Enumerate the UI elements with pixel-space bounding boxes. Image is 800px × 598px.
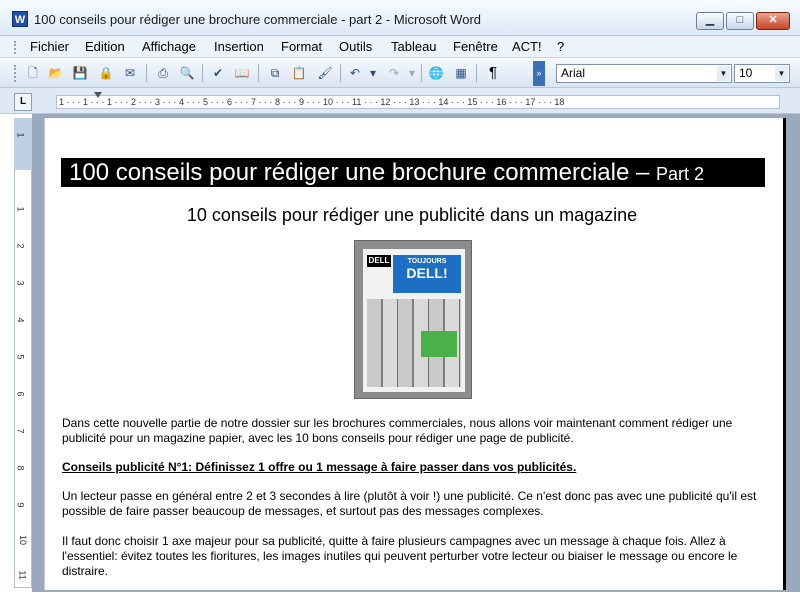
paragraph-tip-heading: Conseils publicité N°1: Définissez 1 off… [62, 460, 577, 474]
ad-page: DELL TOUJOURS DELL! [363, 249, 465, 392]
vertical-ruler-label: 4 [15, 317, 26, 323]
maximize-button[interactable]: □ [726, 12, 754, 30]
undo-dropdown-icon[interactable]: ▾ [364, 64, 382, 82]
title-bar: W 100 conseils pour rédiger une brochure… [0, 0, 800, 36]
close-button[interactable]: ✕ [756, 12, 790, 30]
research-icon[interactable]: 📖 [233, 64, 251, 82]
vertical-ruler-label: 3 [15, 280, 26, 286]
menu-format[interactable]: Format [281, 39, 322, 54]
magazine-ad-image[interactable]: DELL TOUJOURS DELL! [354, 240, 472, 399]
dell-logo: DELL [367, 255, 391, 267]
heading-part-label: Part 2 [655, 164, 705, 184]
vertical-ruler-margin [14, 118, 32, 170]
menu-grip-handle[interactable] [14, 41, 17, 54]
font-size-value: 10 [739, 66, 753, 80]
toolbar-separator [146, 64, 147, 82]
menu-affichage[interactable]: Affichage [142, 39, 196, 54]
menu-help[interactable]: ? [557, 39, 564, 54]
vertical-ruler-label: 9 [15, 502, 26, 508]
font-name-select[interactable]: Arial ▼ [556, 64, 732, 83]
chevron-down-icon[interactable]: ▼ [717, 66, 730, 81]
menu-tableau[interactable]: Tableau [391, 39, 437, 54]
chevron-down-icon[interactable]: ▼ [775, 66, 788, 81]
menu-edition[interactable]: Edition [85, 39, 125, 54]
vertical-ruler-label: 5 [15, 354, 26, 360]
vertical-ruler-label: 7 [15, 428, 26, 434]
new-document-icon[interactable]: 🗋 [24, 64, 42, 82]
toolbar-options-chevron-icon[interactable]: » [533, 61, 545, 86]
vertical-ruler-label: 11 [17, 570, 28, 580]
ad-banner: TOUJOURS DELL! [393, 255, 461, 293]
menu-fenetre[interactable]: Fenêtre [453, 39, 498, 54]
page-title: 100 conseils pour rédiger une brochure c… [61, 158, 765, 187]
toolbar-separator [476, 64, 477, 82]
redo-dropdown-icon[interactable]: ▾ [403, 64, 421, 82]
toolbar-separator [202, 64, 203, 82]
font-size-select[interactable]: 10 ▼ [734, 64, 790, 83]
vertical-ruler-label: 10 [18, 534, 29, 546]
vertical-ruler[interactable] [14, 118, 32, 588]
menu-bar: Fichier Edition Affichage Insertion Form… [0, 36, 800, 58]
open-folder-icon[interactable]: 📂 [47, 64, 65, 82]
ad-banner-top: TOUJOURS [407, 258, 447, 265]
indent-marker-icon[interactable] [94, 92, 102, 98]
paste-icon[interactable]: 📋 [290, 64, 308, 82]
heading-text: 100 conseils pour rédiger une brochure c… [69, 159, 656, 186]
redo-icon[interactable]: ↷ [385, 64, 403, 82]
word-app-icon[interactable]: W [12, 11, 28, 27]
vertical-ruler-label: 1 [15, 206, 26, 212]
permission-icon[interactable]: 🔒 [97, 64, 115, 82]
copy-icon[interactable]: ⧉ [266, 64, 284, 82]
toolbar-separator [258, 64, 259, 82]
toolbar-separator [421, 64, 422, 82]
menu-outils[interactable]: Outils [339, 39, 372, 54]
tab-selector[interactable]: L [14, 93, 32, 111]
format-painter-icon[interactable]: 🖌 [316, 64, 334, 82]
paragraph-intro: Dans cette nouvelle partie de notre doss… [62, 416, 733, 445]
menu-fichier[interactable]: Fichier [30, 39, 69, 54]
paragraph-body-1: Un lecteur passe en général entre 2 et 3… [62, 489, 757, 518]
menu-act[interactable]: ACT! [512, 39, 542, 54]
toolbar-grip-handle[interactable] [14, 65, 17, 82]
paragraph-body-2: Il faut donc choisir 1 axe majeur pour s… [62, 534, 738, 578]
toolbar-separator [340, 64, 341, 82]
vertical-ruler-label: 2 [15, 243, 26, 249]
show-formatting-icon[interactable]: ¶ [484, 64, 502, 82]
spelling-icon[interactable]: ✔ [209, 64, 227, 82]
undo-icon[interactable]: ↶ [346, 64, 364, 82]
insert-table-icon[interactable]: ▦ [452, 64, 470, 82]
ruler-area: L 1 · · · 1 · · · 1 · · · 2 · · · 3 · · … [0, 88, 800, 114]
vertical-ruler-label: 1 [15, 132, 26, 138]
email-icon[interactable]: ✉ [121, 64, 139, 82]
horizontal-ruler[interactable]: 1 · · · 1 · · · 1 · · · 2 · · · 3 · · · … [56, 95, 780, 109]
hyperlink-icon[interactable]: 🌐 [427, 64, 445, 82]
print-preview-icon[interactable]: 🔍 [178, 64, 196, 82]
print-icon[interactable]: ⎙ [154, 64, 172, 82]
save-icon[interactable]: 💾 [71, 64, 89, 82]
minimize-button[interactable]: ▁ [696, 12, 724, 30]
ad-promo-block [421, 331, 457, 357]
vertical-ruler-label: 8 [15, 465, 26, 471]
ad-banner-big: DELL! [406, 265, 448, 281]
font-name-value: Arial [561, 66, 586, 80]
subheading: 10 conseils pour rédiger une publicité d… [186, 205, 638, 225]
vertical-ruler-label: 6 [15, 391, 26, 397]
menu-insertion[interactable]: Insertion [214, 39, 264, 54]
window-title: 100 conseils pour rédiger une brochure c… [34, 12, 482, 27]
